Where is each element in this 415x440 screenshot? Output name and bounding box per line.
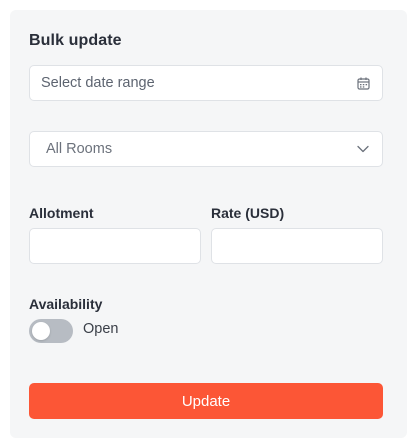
bulk-update-panel: Bulk update Select date range All Rooms … <box>10 10 407 438</box>
rate-field-wrapper <box>211 228 383 264</box>
allotment-input[interactable] <box>30 229 200 263</box>
calendar-icon[interactable] <box>357 77 370 90</box>
date-range-placeholder: Select date range <box>41 75 155 91</box>
update-button[interactable]: Update <box>29 383 383 419</box>
rate-input[interactable] <box>212 229 382 263</box>
availability-toggle-label: Open <box>83 321 119 337</box>
rooms-select-value: All Rooms <box>46 141 113 157</box>
toggle-knob <box>32 322 50 340</box>
rate-label: Rate (USD) <box>211 205 285 221</box>
date-range-picker[interactable]: Select date range <box>29 65 383 101</box>
panel-title: Bulk update <box>29 32 122 49</box>
allotment-field-wrapper <box>29 228 201 264</box>
chevron-down-icon[interactable] <box>357 144 369 154</box>
allotment-label: Allotment <box>29 205 94 221</box>
rooms-select[interactable]: All Rooms <box>29 131 383 167</box>
availability-toggle[interactable] <box>29 319 73 343</box>
availability-label: Availability <box>29 296 103 312</box>
